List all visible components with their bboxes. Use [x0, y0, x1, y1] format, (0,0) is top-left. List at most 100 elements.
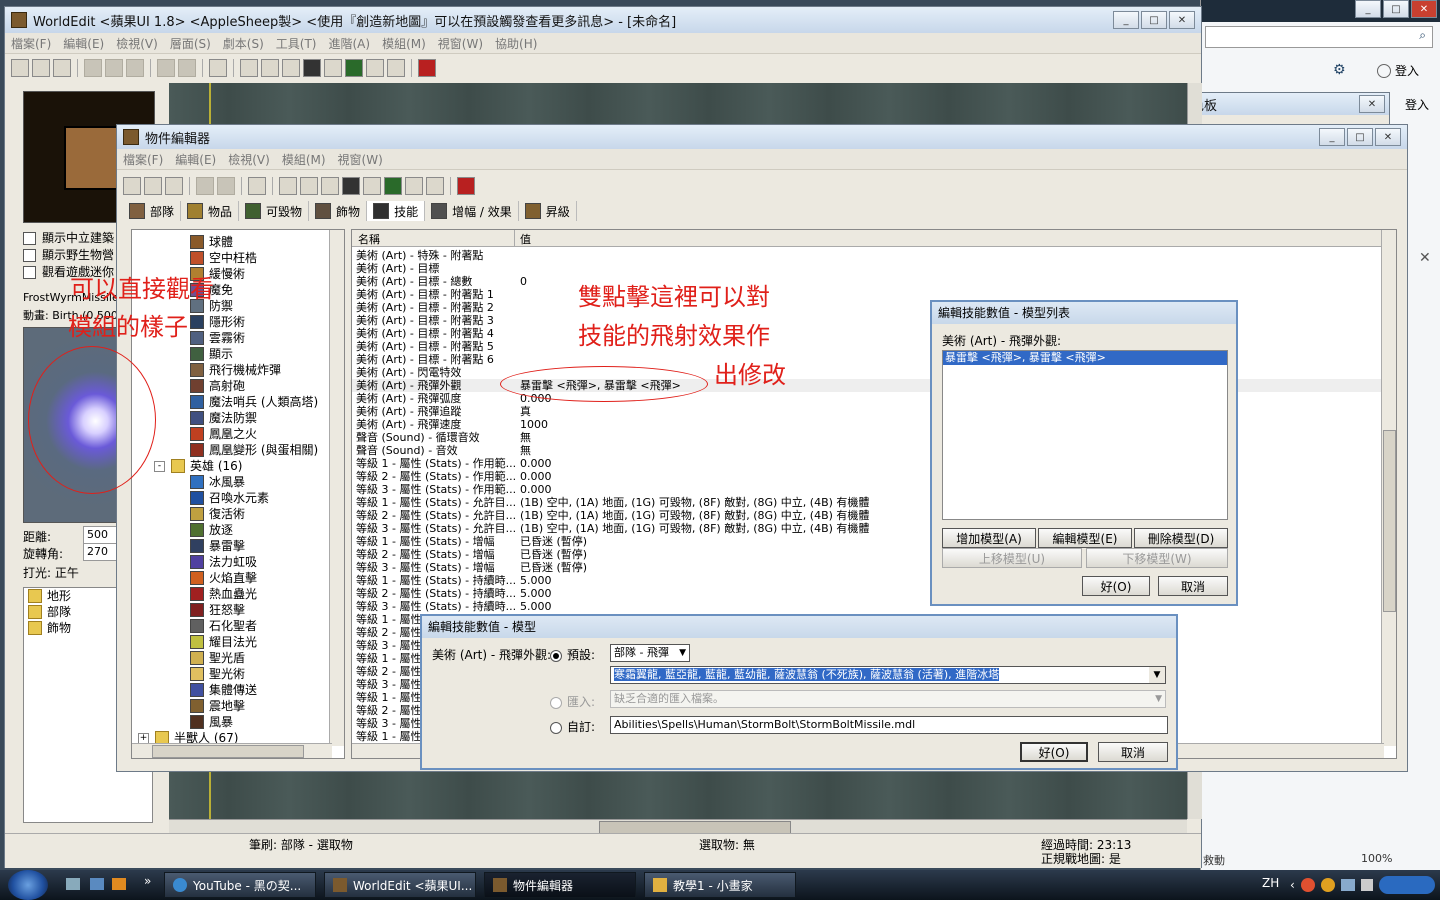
scroll-thumb[interactable]: [152, 745, 304, 758]
wrench-icon[interactable]: ⚙: [1333, 62, 1346, 78]
tree-item-hero-ability[interactable]: 聖光術: [132, 666, 332, 682]
add-model-button[interactable]: 增加模型(A): [942, 528, 1036, 548]
maximize-icon[interactable]: □: [1141, 11, 1167, 29]
zoom-level[interactable]: 100%: [1361, 852, 1392, 865]
paste-icon[interactable]: [126, 59, 144, 77]
tree-item-hero-ability[interactable]: 復活術: [132, 506, 332, 522]
tree-item-ability[interactable]: 顯示: [132, 346, 332, 362]
cancel-button[interactable]: 取消: [1158, 576, 1228, 596]
radio-selected-icon[interactable]: [550, 649, 562, 662]
menu-edit[interactable]: 編輯(E): [57, 35, 110, 52]
terrain-editor-icon[interactable]: [240, 59, 258, 77]
menu-tools[interactable]: 工具(T): [270, 35, 323, 52]
switch-windows-icon[interactable]: [90, 878, 104, 890]
tab-destructibles[interactable]: 可毀物: [239, 201, 310, 221]
radio-icon[interactable]: [550, 721, 562, 734]
tree-horizontal-scrollbar[interactable]: [132, 743, 332, 758]
campaign-editor-icon[interactable]: [324, 59, 342, 77]
scroll-thumb[interactable]: [1383, 430, 1396, 612]
tab-units[interactable]: 部隊: [123, 201, 182, 221]
close-icon[interactable]: ✕: [1411, 0, 1437, 18]
close-icon[interactable]: ✕: [1375, 128, 1401, 146]
menu-file[interactable]: 檔案(F): [5, 35, 57, 52]
tree-vertical-scrollbar[interactable]: [329, 230, 344, 746]
checkbox-icon[interactable]: [23, 232, 36, 245]
menu-module[interactable]: 模組(M): [376, 35, 432, 52]
start-button[interactable]: [8, 870, 48, 900]
tab-doodads[interactable]: 飾物: [309, 201, 368, 221]
close-icon[interactable]: ✕: [1419, 250, 1431, 266]
taskbar-item-worldedit[interactable]: WorldEdit <蘋果UI...: [324, 872, 476, 898]
close-icon[interactable]: ✕: [1169, 11, 1195, 29]
tree-item-hero-ability[interactable]: 冰風暴: [132, 474, 332, 490]
tree-item-hero-ability[interactable]: 熱血蠱光: [132, 586, 332, 602]
terrain-editor-icon[interactable]: [279, 177, 297, 195]
preset-radio[interactable]: 預設:: [550, 646, 595, 663]
tree-item-hero-ability[interactable]: 集體傳送: [132, 682, 332, 698]
campaign-editor-icon[interactable]: [363, 177, 381, 195]
menu-view[interactable]: 檢視(V): [222, 151, 276, 168]
copy-icon[interactable]: [105, 59, 123, 77]
minimize-icon[interactable]: _: [1355, 0, 1381, 18]
column-header-name[interactable]: 名稱: [358, 231, 380, 247]
tree-item-ability[interactable]: 空中枉梏: [132, 250, 332, 266]
import-manager-icon[interactable]: [426, 177, 444, 195]
test-map-icon[interactable]: [457, 177, 475, 195]
object-manager-icon[interactable]: [405, 177, 423, 195]
cut-icon[interactable]: [84, 59, 102, 77]
taskbar-item-youtube[interactable]: YouTube - 黑の契...: [164, 872, 316, 898]
tray-app-icon[interactable]: [1300, 878, 1315, 892]
tree-item-hero-ability[interactable]: 火焰直擊: [132, 570, 332, 586]
menu-help[interactable]: 協助(H): [489, 35, 543, 52]
move-model-up-button[interactable]: 上移模型(U): [942, 548, 1082, 568]
paste-icon[interactable]: [217, 177, 235, 195]
tree-item-hero-ability[interactable]: 法力虹吸: [132, 554, 332, 570]
tree-item-hero-ability[interactable]: 石化聖者: [132, 618, 332, 634]
tree-item-hero-ability[interactable]: 耀目法光: [132, 634, 332, 650]
network-icon[interactable]: [1340, 879, 1355, 891]
import-radio[interactable]: 匯入:: [550, 693, 595, 710]
browser-address-bar[interactable]: ⌕: [1205, 26, 1433, 48]
model-listbox[interactable]: 暴雷擊 <飛彈>, 暴雷擊 <飛彈>: [942, 350, 1228, 520]
units-icon[interactable]: [248, 177, 266, 195]
tab-abilities[interactable]: 技能: [367, 201, 426, 221]
taskbar-item-paint[interactable]: 教學1 - 小畫家: [644, 872, 796, 898]
menu-module[interactable]: 模組(M): [276, 151, 332, 168]
show-desktop-icon[interactable]: [66, 878, 80, 890]
ok-button[interactable]: 好(O): [1020, 742, 1088, 762]
chevron-down-icon[interactable]: ▼: [1155, 691, 1162, 707]
tree-item-ability[interactable]: 球體: [132, 234, 332, 250]
tree-item-ability[interactable]: 魔法哨兵 (人類高塔): [132, 394, 332, 410]
menu-layer[interactable]: 層面(S): [164, 35, 217, 52]
copy-icon[interactable]: [196, 177, 214, 195]
volume-icon[interactable]: [1360, 879, 1373, 891]
redo-icon[interactable]: [178, 59, 196, 77]
tree-item-ability[interactable]: 飛行機械炸彈: [132, 362, 332, 378]
table-vertical-scrollbar[interactable]: [1381, 230, 1396, 746]
chevron-left-icon[interactable]: ‹: [1290, 878, 1295, 892]
menu-window[interactable]: 視窗(W): [332, 151, 389, 168]
close-icon[interactable]: ✕: [1359, 95, 1385, 113]
tree-item-hero-ability[interactable]: 聖光盾: [132, 650, 332, 666]
object-manager-icon[interactable]: [366, 59, 384, 77]
minimize-icon[interactable]: _: [1113, 11, 1139, 29]
object-editor-icon[interactable]: [342, 177, 360, 195]
menu-scenario[interactable]: 劇本(S): [217, 35, 270, 52]
tree-folder-heroes[interactable]: - 英雄 (16): [132, 458, 332, 474]
minimize-icon[interactable]: _: [1319, 128, 1345, 146]
tree-item-hero-ability[interactable]: 震地擊: [132, 698, 332, 714]
sound-editor-icon[interactable]: [321, 177, 339, 195]
ok-button[interactable]: 好(O): [1082, 576, 1150, 596]
login-link[interactable]: 登入: [1405, 96, 1429, 113]
chevron-down-icon[interactable]: ▼: [1149, 667, 1165, 683]
column-divider[interactable]: [514, 230, 515, 246]
move-model-down-button[interactable]: 下移模型(W): [1086, 548, 1228, 568]
menu-advanced[interactable]: 進階(A): [322, 35, 376, 52]
checkbox-icon[interactable]: [23, 249, 36, 262]
import-manager-icon[interactable]: [387, 59, 405, 77]
tree-item-ability[interactable]: 鳳凰之火: [132, 426, 332, 442]
menu-view[interactable]: 檢視(V): [110, 35, 164, 52]
tab-buffs-effects[interactable]: 增幅 / 效果: [425, 201, 519, 221]
tree-item-hero-ability[interactable]: 召喚水元素: [132, 490, 332, 506]
undo-icon[interactable]: [157, 59, 175, 77]
